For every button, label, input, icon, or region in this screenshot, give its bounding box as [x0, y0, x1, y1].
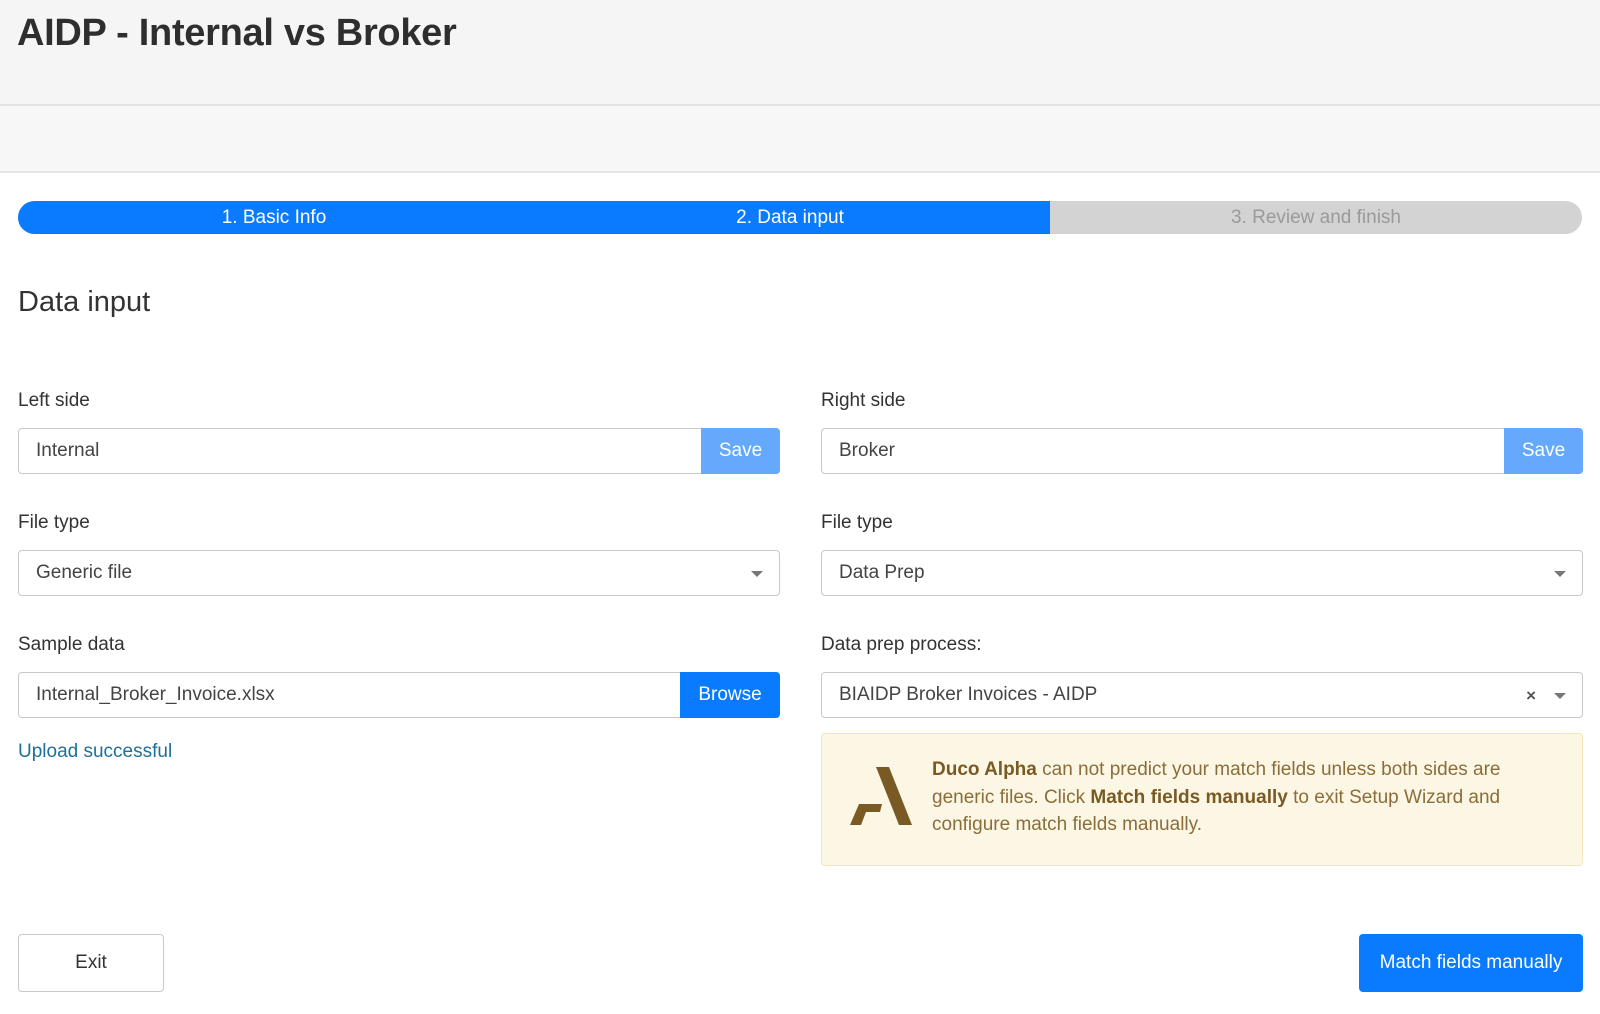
- duco-alpha-logo-icon: [850, 767, 912, 825]
- wizard-step-review-finish: 3. Review and finish: [1230, 207, 1402, 228]
- page-header: AIDP - Internal vs Broker: [0, 0, 1600, 106]
- section-title: Data input: [18, 286, 151, 318]
- left-file-type-label: File type: [18, 512, 90, 533]
- match-fields-manually-button[interactable]: Match fields manually: [1359, 934, 1583, 992]
- browse-button[interactable]: Browse: [680, 672, 780, 718]
- left-save-button[interactable]: Save: [701, 428, 780, 474]
- sample-data-file-input[interactable]: Internal_Broker_Invoice.xlsx Browse: [18, 672, 780, 718]
- sample-data-label: Sample data: [18, 634, 125, 655]
- right-side-label: Right side: [821, 390, 906, 411]
- wizard-progress-bar: 1. Basic Info 2. Data input 3. Review an…: [18, 201, 1582, 234]
- warning-emphasis: Match fields manually: [1090, 786, 1288, 808]
- left-side-name-input[interactable]: Internal Save: [18, 428, 780, 474]
- right-file-type-label: File type: [821, 512, 893, 533]
- right-file-type-value: Data Prep: [839, 562, 925, 583]
- left-side-name-value: Internal: [36, 440, 100, 461]
- right-file-type-select[interactable]: Data Prep: [821, 550, 1583, 596]
- chevron-down-icon: [1554, 693, 1566, 699]
- duco-alpha-warning: Duco Alpha can not predict your match fi…: [821, 733, 1583, 866]
- data-prep-process-label: Data prep process:: [821, 634, 982, 655]
- chevron-down-icon: [751, 571, 763, 577]
- left-file-type-value: Generic file: [36, 562, 133, 583]
- clear-icon[interactable]: ×: [1526, 673, 1536, 719]
- chevron-down-icon: [1554, 571, 1566, 577]
- data-prep-process-select[interactable]: BIAIDP Broker Invoices - AIDP ×: [821, 672, 1583, 718]
- exit-button[interactable]: Exit: [18, 934, 164, 992]
- page-title: AIDP - Internal vs Broker: [17, 12, 457, 54]
- right-side-name-input[interactable]: Broker Save: [821, 428, 1583, 474]
- wizard-step-data-input[interactable]: 2. Data input: [530, 201, 1050, 234]
- left-side-label: Left side: [18, 390, 90, 411]
- left-file-type-select[interactable]: Generic file: [18, 550, 780, 596]
- right-side-name-value: Broker: [839, 440, 895, 461]
- sub-toolbar: [0, 106, 1600, 173]
- sample-data-filename: Internal_Broker_Invoice.xlsx: [36, 684, 275, 705]
- wizard-step-basic-info[interactable]: 1. Basic Info: [18, 201, 530, 234]
- warning-message: Duco Alpha can not predict your match fi…: [932, 756, 1562, 839]
- data-prep-process-value: BIAIDP Broker Invoices - AIDP: [839, 684, 1098, 705]
- upload-status: Upload successful: [18, 741, 173, 762]
- right-save-button[interactable]: Save: [1504, 428, 1583, 474]
- warning-brand: Duco Alpha: [932, 759, 1037, 780]
